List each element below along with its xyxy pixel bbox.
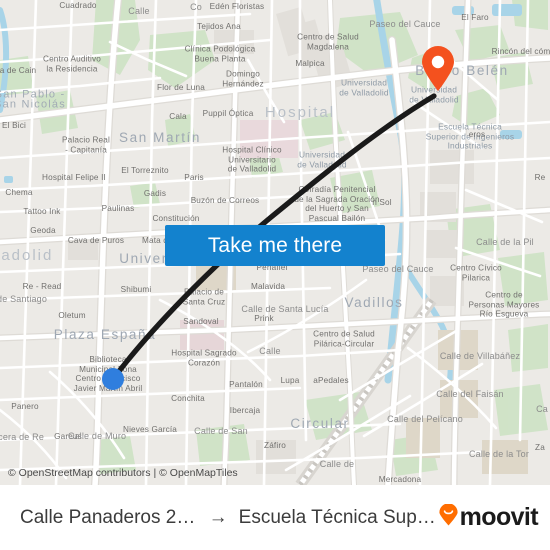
origin-dot-marker[interactable] [102,368,124,390]
trip-destination-label: Escuela Técnica Superior D... [238,506,439,528]
map-canvas[interactable]: Cuadrado Edén Floristas El Faro Tejidos Ana… [0,0,550,485]
trip-origin-label: Calle Panaderos 2 E... [20,506,198,528]
moovit-logo[interactable]: moovit [439,503,539,531]
moovit-trip-screen: Cuadrado Edén Floristas El Faro Tejidos Ana… [0,0,550,550]
arrow-right-icon: → [208,507,228,528]
moovit-wordmark: moovit [459,503,539,531]
trip-summary[interactable]: Calle Panaderos 2 E... → Escuela Técnica… [20,507,439,529]
destination-pin-marker[interactable] [421,46,455,92]
bottom-trip-bar: Calle Panaderos 2 E... → Escuela Técnica… [0,485,550,550]
take-me-there-button[interactable]: Take me there [165,225,385,266]
moovit-pin-icon [439,503,458,531]
map-attribution[interactable]: © OpenStreetMap contributors | © OpenMap… [8,467,238,479]
